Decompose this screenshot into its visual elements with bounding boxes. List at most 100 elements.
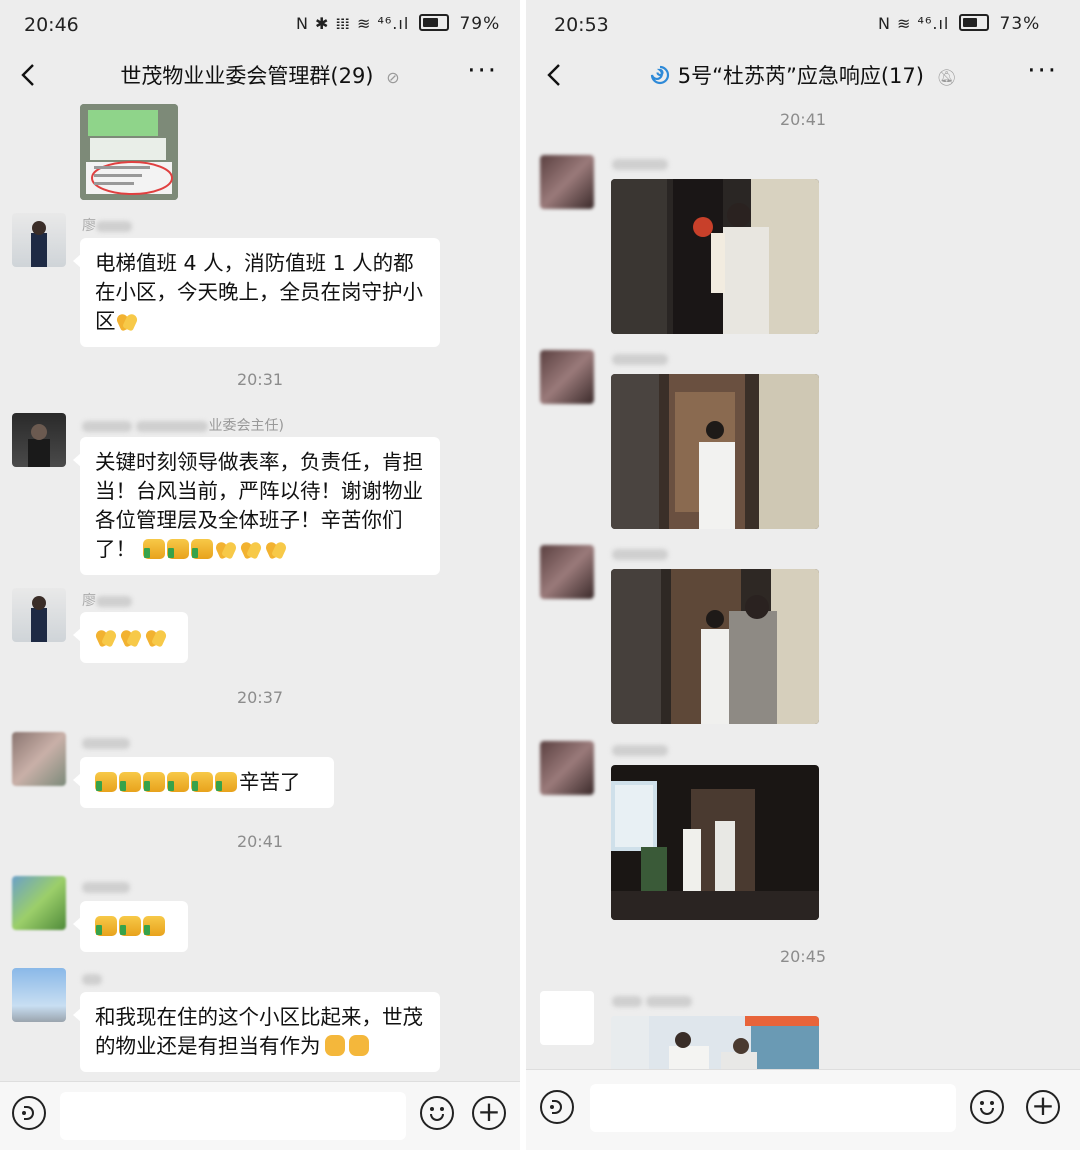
clap-icon [95, 627, 117, 647]
thumbs-up-icon [95, 916, 117, 936]
message-input[interactable] [60, 1092, 406, 1140]
timestamp: 20:31 [236, 370, 284, 389]
sender-name [612, 993, 693, 1009]
sender-name [612, 546, 668, 562]
emoji-icon[interactable] [970, 1090, 1004, 1124]
message-image[interactable] [80, 104, 178, 200]
message-bubble[interactable]: 电梯值班 4 人，消防值班 1 人的都在小区，今天晚上，全员在岗守护小区 [73, 238, 440, 347]
chat-title-text: 5号“杜苏芮”应急响应(17) [677, 64, 924, 88]
status-icons: N ≋ ⁴⁶.ıl 73% [878, 14, 1040, 34]
battery-percent: 79% [459, 14, 501, 34]
clap-icon [215, 539, 237, 559]
avatar[interactable] [12, 968, 66, 1022]
clap-icon [120, 627, 142, 647]
status-bar: 20:53 N ≋ ⁴⁶.ıl 73% [526, 0, 1080, 52]
voice-icon[interactable] [12, 1096, 46, 1130]
status-bar: 20:46 N ✱ 𝍖 ≋ ⁴⁶.ıl 79% [0, 0, 520, 52]
clap-icon [145, 627, 167, 647]
sender-name [612, 156, 668, 172]
thumbs-up-icon [143, 916, 165, 936]
more-dots-icon[interactable]: ··· [1027, 56, 1058, 86]
timestamp: 20:41 [236, 832, 284, 851]
message-bubble[interactable]: 和我现在住的这个小区比起来，世茂的物业还是有担当有作为 [73, 992, 440, 1072]
message-text: 电梯值班 4 人，消防值班 1 人的都在小区，今天晚上，全员在岗守护小区 [95, 251, 423, 333]
status-signal-icons: N ≋ ⁴⁶.ıl [878, 14, 950, 33]
thumbs-up-icon [215, 772, 237, 792]
thumbs-up-icon [166, 539, 189, 559]
sender-name: 业委会主任) [82, 415, 284, 435]
timestamp: 20:37 [236, 688, 284, 707]
emoji-icon[interactable] [420, 1096, 454, 1130]
status-icons: N ✱ 𝍖 ≋ ⁴⁶.ıl 79% [296, 14, 500, 34]
thumbs-up-icon [167, 772, 189, 792]
chat-title: 5号“杜苏芮”应急响应(17) 🔕︎ [526, 60, 1080, 90]
photo-elevator-lobby [611, 179, 819, 334]
message-bubble[interactable]: 辛苦了 [73, 757, 334, 808]
chat-title: 世茂物业业委会管理群(29) ⊘ [0, 60, 520, 90]
fist-icon [348, 1035, 369, 1056]
mute-icon: ⊘ [386, 68, 400, 87]
chat-title-text: 世茂物业业委会管理群(29) [120, 64, 374, 88]
status-time: 20:53 [554, 14, 609, 36]
more-dots-icon[interactable]: ··· [467, 56, 498, 86]
clap-icon [265, 539, 287, 559]
message-bubble[interactable] [73, 901, 188, 952]
thumbs-up-icon [119, 916, 141, 936]
battery-icon [419, 14, 450, 31]
photo-staff-gesture [611, 1016, 819, 1072]
screenshot-thumbnail [80, 104, 178, 200]
avatar[interactable] [540, 155, 594, 209]
avatar[interactable] [12, 213, 66, 267]
avatar[interactable] [540, 350, 594, 404]
thumbs-up-icon [191, 772, 213, 792]
input-bar: + [526, 1069, 1080, 1150]
plus-icon[interactable]: + [1026, 1090, 1060, 1124]
thumbs-up-icon [95, 772, 117, 792]
avatar[interactable] [12, 732, 66, 786]
input-bar: + [0, 1081, 520, 1150]
avatar[interactable] [540, 991, 594, 1045]
voice-icon[interactable] [540, 1090, 574, 1124]
avatar[interactable] [540, 545, 594, 599]
message-text: 和我现在住的这个小区比起来，世茂的物业还是有担当有作为 [95, 1005, 423, 1058]
sender-name [612, 351, 668, 367]
typhoon-icon [650, 65, 670, 85]
sender-name [82, 879, 130, 895]
message-photo[interactable] [611, 374, 819, 529]
chat-header: 世茂物业业委会管理群(29) ⊘ ··· [0, 52, 520, 100]
message-text: 辛苦了 [239, 770, 301, 794]
sender-name [82, 735, 130, 751]
message-photo[interactable] [611, 765, 819, 920]
fist-icon [324, 1035, 345, 1056]
message-input[interactable] [590, 1084, 956, 1132]
thumbs-up-icon [143, 772, 165, 792]
chat-header: 5号“杜苏芮”应急响应(17) 🔕︎ ··· [526, 52, 1080, 100]
photo-elevator-door [611, 374, 819, 529]
sender-name: 廖 [82, 590, 132, 610]
sender-name: 廖 [82, 215, 132, 235]
message-bubble[interactable]: 关键时刻领导做表率，负责任，肯担当！台风当前，严阵以待！谢谢物业各位管理层及全体… [73, 437, 440, 575]
right-chat-screen: 20:53 N ≋ ⁴⁶.ıl 73% 5号“杜苏芮”应急响应(17) 🔕︎ ·… [526, 0, 1080, 1150]
clap-icon [116, 311, 138, 331]
photo-lobby-night [611, 765, 819, 920]
mute-bell-icon: 🔕︎ [936, 68, 957, 87]
status-signal-icons: N ✱ 𝍖 ≋ ⁴⁶.ıl [296, 14, 410, 33]
timestamp: 20:41 [779, 110, 827, 129]
thumbs-up-icon [190, 539, 213, 559]
message-photo[interactable] [611, 179, 819, 334]
thumbs-up-icon [142, 539, 165, 559]
message-photo[interactable] [611, 569, 819, 724]
sender-name [82, 971, 102, 987]
battery-percent: 73% [999, 14, 1041, 34]
avatar[interactable] [12, 413, 66, 467]
message-photo[interactable] [611, 1016, 819, 1072]
plus-icon[interactable]: + [472, 1096, 506, 1130]
clap-icon [240, 539, 262, 559]
timestamp: 20:45 [779, 947, 827, 966]
avatar[interactable] [540, 741, 594, 795]
sender-name [612, 742, 668, 758]
status-time: 20:46 [24, 14, 79, 36]
avatar[interactable] [12, 588, 66, 642]
message-bubble[interactable] [73, 612, 188, 663]
avatar[interactable] [12, 876, 66, 930]
